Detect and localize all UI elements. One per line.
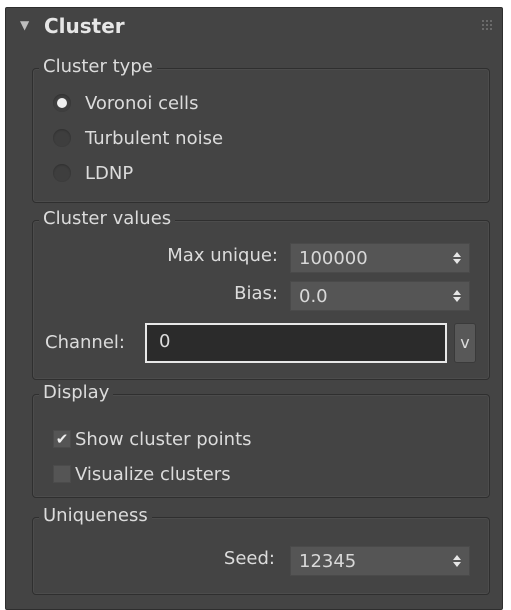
bias-value[interactable]: 0.0 (291, 286, 449, 307)
uniqueness-title: Uniqueness (39, 504, 152, 528)
uniqueness-group: Uniqueness Seed: 12345 (32, 504, 490, 595)
radio-voronoi-cells[interactable]: Voronoi cells (53, 89, 198, 117)
radio-label: LDNP (85, 162, 134, 184)
visualize-clusters-row[interactable]: Visualize clusters (53, 460, 231, 488)
max-unique-value[interactable]: 100000 (291, 248, 449, 269)
spinner-arrows-icon[interactable] (449, 244, 465, 272)
bias-label: Bias: (234, 283, 278, 304)
visualize-clusters-label: Visualize clusters (75, 463, 231, 485)
display-title: Display (39, 381, 114, 405)
seed-spinner[interactable]: 12345 (290, 546, 470, 576)
seed-value[interactable]: 12345 (291, 551, 449, 572)
rollout-header[interactable]: ▼ Cluster (6, 8, 502, 50)
max-unique-spinner[interactable]: 100000 (290, 243, 470, 273)
cluster-values-title: Cluster values (39, 207, 176, 231)
radio-button[interactable] (53, 164, 71, 182)
drag-grip-icon[interactable] (482, 20, 494, 32)
show-cluster-points-checkbox[interactable]: ✔ (53, 430, 71, 448)
triangle-down-icon[interactable]: ▼ (20, 18, 29, 32)
channel-label: Channel: (45, 332, 125, 353)
visualize-clusters-checkbox[interactable] (53, 465, 71, 483)
bias-spinner[interactable]: 0.0 (290, 281, 470, 311)
spinner-arrows-icon[interactable] (449, 547, 465, 575)
rollout-title[interactable]: Cluster (44, 14, 125, 38)
radio-turbulent-noise[interactable]: Turbulent noise (53, 124, 223, 152)
radio-label: Turbulent noise (85, 127, 224, 149)
show-cluster-points-row[interactable]: ✔ Show cluster points (53, 425, 252, 453)
cluster-values-group: Cluster values Max unique: 100000 Bias: … (32, 207, 490, 380)
radio-ldnp[interactable]: LDNP (53, 159, 133, 187)
spinner-arrows-icon[interactable] (449, 282, 465, 310)
cluster-type-title: Cluster type (39, 55, 157, 79)
show-cluster-points-label: Show cluster points (75, 428, 252, 450)
radio-button-selected[interactable] (53, 94, 71, 112)
radio-label: Voronoi cells (85, 92, 199, 114)
display-group: Display ✔ Show cluster points Visualize … (32, 381, 490, 498)
radio-button[interactable] (53, 129, 71, 147)
channel-menu-button[interactable]: v (454, 323, 476, 363)
cluster-type-group: Cluster type Voronoi cells Turbulent noi… (32, 55, 490, 203)
seed-label: Seed: (223, 548, 275, 569)
cluster-rollout-panel: ▼ Cluster Cluster type Voronoi cells Tur… (5, 7, 503, 610)
max-unique-label: Max unique: (167, 245, 278, 266)
channel-input[interactable]: 0 (145, 323, 447, 363)
